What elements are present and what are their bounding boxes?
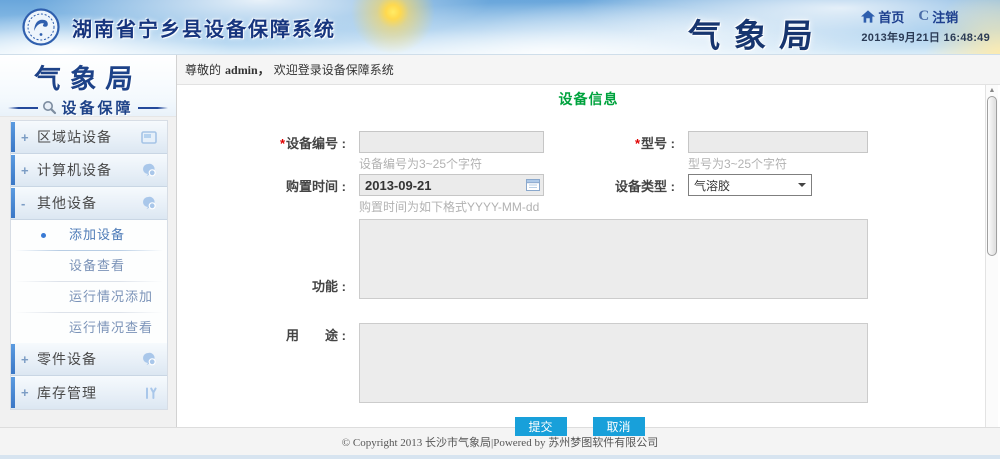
- collapse-icon: -: [21, 196, 33, 211]
- monitor-icon: [141, 131, 157, 144]
- required-mark: *: [635, 136, 640, 151]
- brand-title: 气象局: [686, 9, 827, 55]
- welcome-bar: 尊敬的 admin， 欢迎登录设备保障系统: [177, 55, 1000, 85]
- device-type-label: 设备类型 :: [557, 176, 675, 195]
- device-no-label: *设备编号 :: [177, 133, 346, 152]
- sidebar-logo-title: 气象局: [33, 57, 144, 96]
- tools-icon: [143, 386, 157, 400]
- other-devices-submenu: 添加设备 设备查看 运行情况添加 运行情况查看: [11, 220, 167, 343]
- divider: [8, 107, 38, 109]
- function-textarea[interactable]: [359, 219, 868, 299]
- required-mark: *: [280, 136, 285, 151]
- page-header: 湖南省宁乡县设备保障系统 气象局 首页 C 注销 2013年9月21日 16:4…: [0, 0, 1000, 55]
- submenu-item-add-operation-status[interactable]: 运行情况添加: [11, 282, 167, 312]
- purchase-time-label: 购置时间 :: [177, 176, 346, 195]
- cancel-button[interactable]: 取消: [593, 417, 645, 436]
- welcome-suffix: 欢迎登录设备保障系统: [274, 61, 394, 78]
- model-label: *型号 :: [557, 133, 675, 152]
- expand-icon: +: [21, 352, 33, 367]
- system-title: 湖南省宁乡县设备保障系统: [72, 13, 336, 42]
- device-no-hint: 设备编号为3~25个字符: [359, 155, 544, 172]
- purchase-time-hint: 购置时间为如下格式YYYY-MM-dd: [359, 198, 544, 215]
- logout-label: 注销: [932, 7, 958, 26]
- sidebar-item-other-devices[interactable]: - 其他设备: [11, 187, 167, 220]
- submit-button[interactable]: 提交: [515, 417, 567, 436]
- expand-icon: +: [21, 163, 33, 178]
- bullet-icon: [41, 233, 46, 238]
- magnifier-icon: [42, 100, 57, 115]
- submenu-item-view-operation-status[interactable]: 运行情况查看: [11, 313, 167, 343]
- weather-bureau-emblem-icon: [22, 8, 60, 51]
- expand-icon: +: [21, 385, 33, 400]
- footer-strip: [0, 455, 1000, 459]
- home-link[interactable]: 首页: [861, 7, 904, 26]
- purchase-time-input[interactable]: [359, 174, 544, 196]
- chevron-down-icon: [798, 183, 806, 191]
- vertical-scrollbar[interactable]: ▲: [985, 85, 998, 427]
- sidebar-menu: + 区域站设备 + 计算机设备: [10, 120, 168, 410]
- logout-icon: C: [918, 8, 929, 25]
- sidebar-item-area-station-devices[interactable]: + 区域站设备: [11, 121, 167, 154]
- function-label: 功能 :: [177, 276, 346, 299]
- sidebar-logo-block: 气象局 设备保障: [0, 55, 176, 117]
- main-content: 尊敬的 admin， 欢迎登录设备保障系统 设备信息 *设备编号 : *型号 :…: [176, 55, 1000, 427]
- usage-textarea[interactable]: [359, 323, 868, 403]
- calendar-icon[interactable]: [526, 178, 540, 191]
- home-label: 首页: [878, 7, 904, 26]
- top-nav: 首页 C 注销 2013年9月21日 16:48:49: [861, 7, 990, 45]
- logout-link[interactable]: C 注销: [910, 7, 958, 26]
- datetime-display: 2013年9月21日 16:48:49: [861, 29, 990, 45]
- model-hint: 型号为3~25个字符: [688, 155, 868, 172]
- scrollbar-thumb[interactable]: [987, 96, 997, 256]
- model-input[interactable]: [688, 131, 868, 153]
- sidebar-logo-subtitle: 设备保障: [61, 97, 133, 118]
- device-type-value: 气溶胶: [694, 177, 730, 194]
- comment-search-icon: [141, 163, 157, 177]
- submenu-item-view-devices[interactable]: 设备查看: [11, 251, 167, 281]
- home-icon: [861, 10, 875, 23]
- comment-search-icon: [141, 352, 157, 366]
- sidebar-item-inventory-management[interactable]: + 库存管理: [11, 376, 167, 409]
- sidebar-item-parts-devices[interactable]: + 零件设备: [11, 343, 167, 376]
- submenu-item-add-device[interactable]: 添加设备: [11, 220, 167, 250]
- divider: [138, 107, 168, 109]
- device-type-select[interactable]: 气溶胶: [688, 174, 812, 196]
- device-info-form: 设备信息 *设备编号 : *型号 : 设备编号为3~25个字符 型号为3~25个…: [177, 85, 1000, 436]
- welcome-username: admin，: [225, 61, 270, 78]
- expand-icon: +: [21, 130, 33, 145]
- device-no-input[interactable]: [359, 131, 544, 153]
- welcome-prefix: 尊敬的: [185, 61, 221, 78]
- sidebar-item-computer-devices[interactable]: + 计算机设备: [11, 154, 167, 187]
- sidebar: 气象局 设备保障 + 区域站设备: [0, 55, 176, 427]
- page-title: 设备信息: [177, 89, 1000, 109]
- comment-search-icon: [141, 196, 157, 210]
- usage-label: 用 途 :: [177, 323, 346, 344]
